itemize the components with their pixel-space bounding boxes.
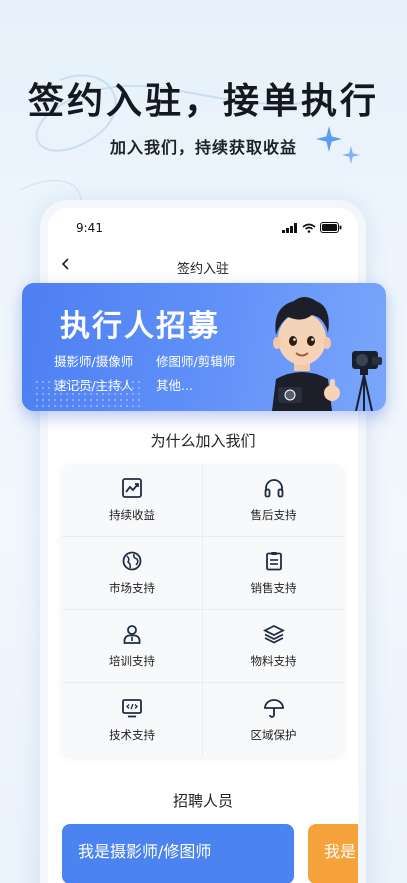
benefit-item[interactable]: 区域保护 <box>203 683 344 756</box>
benefit-label: 销售支持 <box>250 581 297 595</box>
role-card-photographer[interactable]: 我是摄影师/修图师 <box>62 824 294 883</box>
signal-icon <box>282 222 297 233</box>
benefit-item[interactable]: 持续收益 <box>62 464 203 537</box>
role-card-label: 我是摄影师/修图师 <box>78 842 212 861</box>
banner-dot-pattern <box>34 379 144 409</box>
benefit-item[interactable]: 销售支持 <box>203 537 344 610</box>
benefit-label: 区域保护 <box>250 727 297 742</box>
benefits-grid: 持续收益 售后支持 市场支持 销售支持 培训支持 物料支持 技术支持 区域保护 <box>62 464 344 756</box>
photographer-illustration <box>272 297 382 411</box>
code-monitor-icon <box>122 698 142 717</box>
banner-role: 其他... <box>156 378 193 393</box>
headphones-icon <box>264 479 283 498</box>
benefit-item[interactable]: 技术支持 <box>62 683 203 756</box>
benefit-item[interactable]: 市场支持 <box>62 537 203 610</box>
sparkle-small-icon <box>342 146 360 164</box>
umbrella-icon <box>263 698 284 718</box>
wifi-icon <box>302 223 316 233</box>
benefit-item[interactable]: 物料支持 <box>203 610 344 683</box>
navigation-bar: 签约入驻 <box>48 252 358 282</box>
benefit-item[interactable]: 售后支持 <box>203 464 344 537</box>
benefit-label: 市场支持 <box>109 581 155 595</box>
banner-role: 摄影师/摄像师 <box>54 354 134 369</box>
trainer-icon <box>123 625 141 644</box>
battery-icon <box>320 222 342 233</box>
layers-icon <box>262 624 285 644</box>
sparkle-icon <box>316 126 342 152</box>
why-join-title: 为什么加入我们 <box>150 432 256 450</box>
benefit-label: 技术支持 <box>109 727 155 742</box>
benefit-label: 持续收益 <box>109 508 155 522</box>
benefit-label: 培训支持 <box>109 654 155 668</box>
globe-icon <box>122 551 142 571</box>
benefit-label: 物料支持 <box>250 654 297 668</box>
trend-chart-icon <box>122 478 142 498</box>
benefit-item[interactable]: 培训支持 <box>62 610 203 683</box>
status-bar: 9:41 <box>48 208 358 248</box>
page-title: 签约入驻 <box>176 262 229 277</box>
role-card-label: 我是 <box>324 842 357 861</box>
hero-title: 签约入驻，接单执行 <box>27 81 379 122</box>
recruit-title: 招聘人员 <box>172 792 233 810</box>
banner-role: 修图师/剪辑师 <box>156 354 236 369</box>
role-card-other[interactable]: 我是 <box>308 824 358 883</box>
recruitment-banner[interactable]: 执行人招募 摄影师/摄像师 修图师/剪辑师 速记员/主持人 其他... <box>22 283 386 411</box>
status-time: 9:41 <box>76 221 103 235</box>
clipboard-icon <box>265 552 282 571</box>
benefit-label: 售后支持 <box>250 508 297 522</box>
banner-title: 执行人招募 <box>60 309 220 344</box>
